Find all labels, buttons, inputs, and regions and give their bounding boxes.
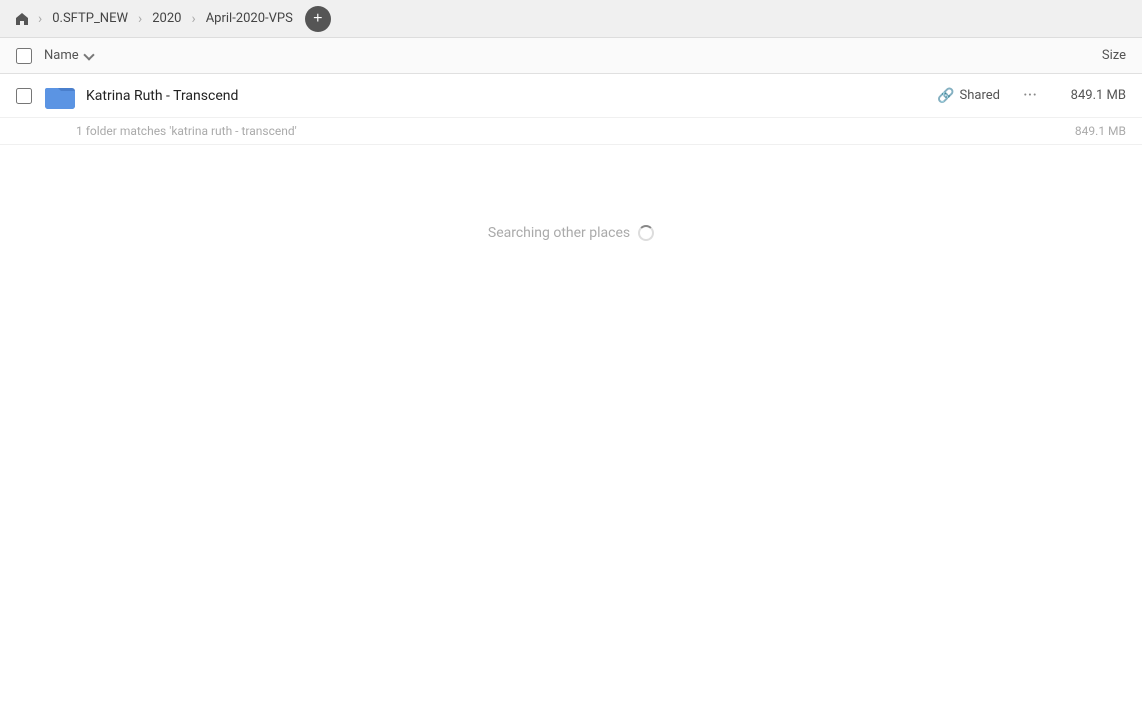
breadcrumb-2020[interactable]: 2020 [144, 8, 189, 29]
size-column-header: Size [1102, 48, 1126, 63]
folder-name: Katrina Ruth - Transcend [86, 88, 937, 104]
folder-icon [44, 80, 76, 112]
loading-spinner [638, 225, 654, 241]
column-header: Name Size [0, 38, 1142, 74]
add-button[interactable]: + [305, 6, 331, 32]
row-checkbox[interactable] [16, 88, 32, 104]
breadcrumb-april[interactable]: April-2020-VPS [198, 8, 301, 29]
toolbar: › 0.SFTP_NEW › 2020 › April-2020-VPS + [0, 0, 1142, 38]
match-info: 1 folder matches 'katrina ruth - transce… [0, 118, 1142, 145]
searching-status: Searching other places [0, 145, 1142, 321]
file-list: Katrina Ruth - Transcend 🔗 Shared ··· 84… [0, 74, 1142, 720]
more-options-button[interactable]: ··· [1016, 82, 1044, 110]
home-button[interactable] [8, 5, 36, 33]
separator-2: › [138, 11, 142, 27]
table-row[interactable]: Katrina Ruth - Transcend 🔗 Shared ··· 84… [0, 74, 1142, 118]
sort-icon [83, 49, 94, 60]
file-size: 849.1 MB [1056, 88, 1126, 103]
name-column-header[interactable]: Name [44, 48, 93, 63]
app-container: › 0.SFTP_NEW › 2020 › April-2020-VPS + N… [0, 0, 1142, 720]
breadcrumb-sftp[interactable]: 0.SFTP_NEW [44, 8, 136, 29]
link-icon: 🔗 [937, 88, 954, 104]
separator-3: › [191, 11, 195, 27]
select-all-checkbox[interactable] [16, 48, 32, 64]
separator-1: › [38, 11, 42, 27]
shared-indicator: 🔗 Shared [937, 88, 1000, 104]
